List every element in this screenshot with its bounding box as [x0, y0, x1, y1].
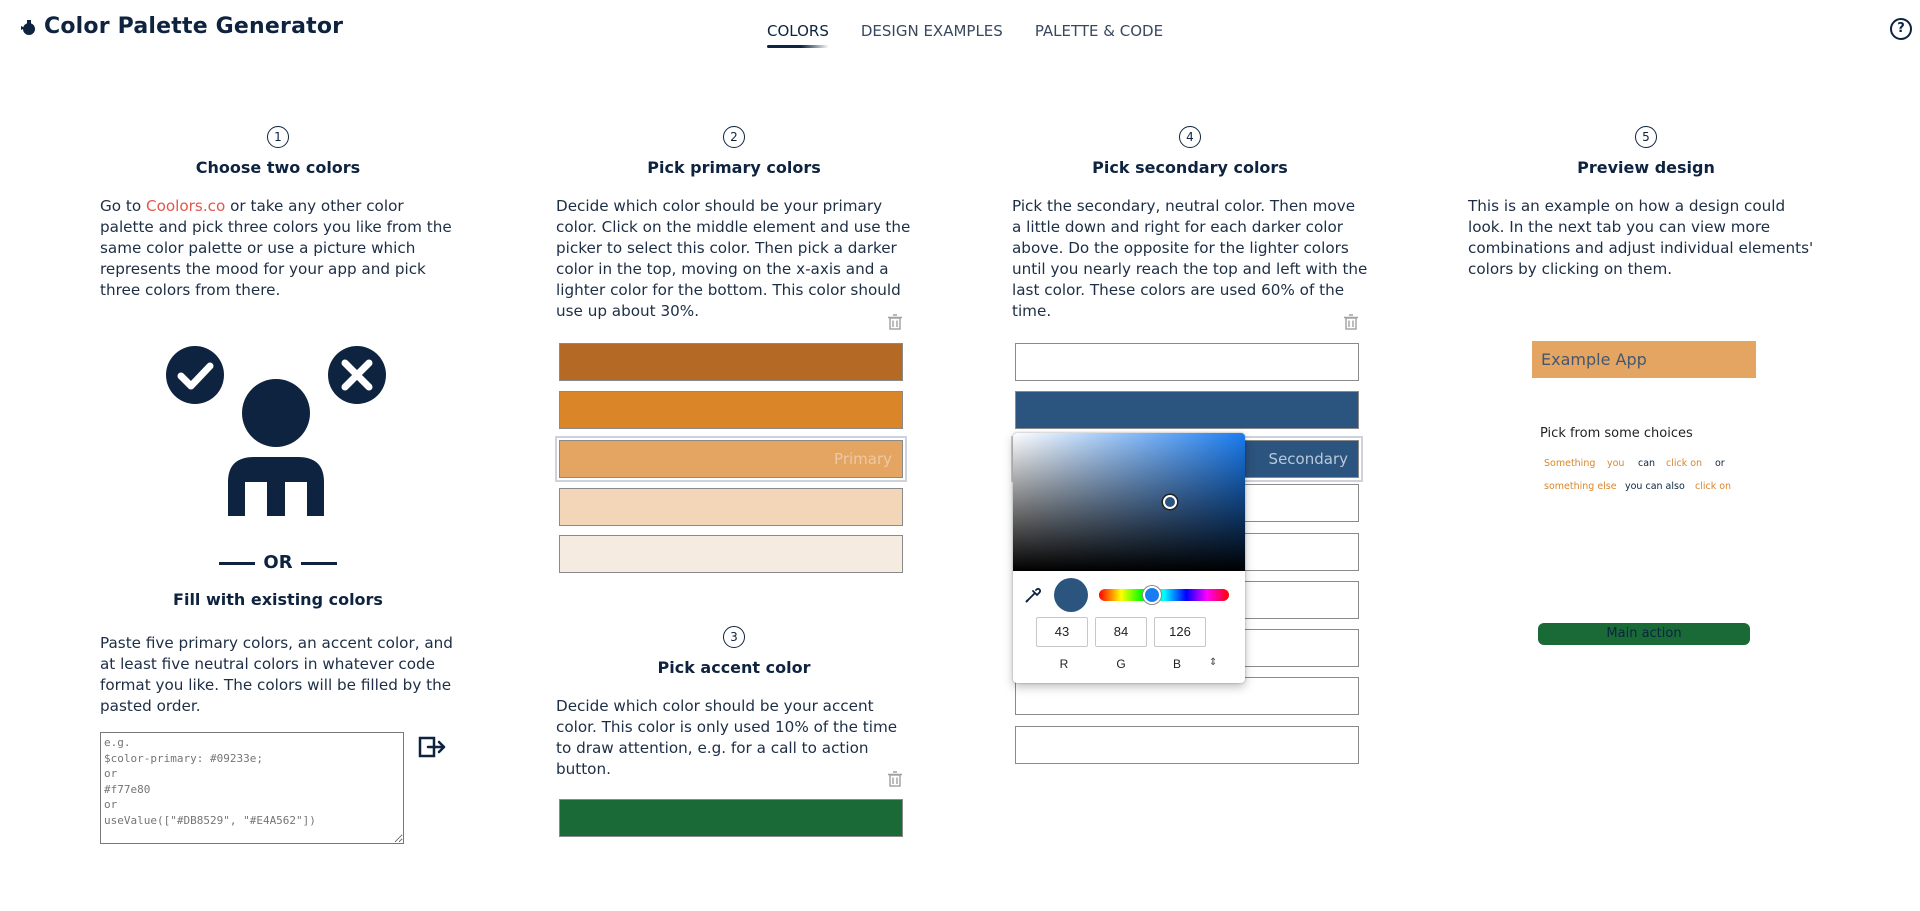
app-logo[interactable]: Color Palette Generator [18, 14, 343, 39]
fill-title: Fill with existing colors [173, 590, 383, 609]
example-chip[interactable]: something else [1544, 481, 1617, 492]
column-choose-colors: 1 Choose two colors Go to Coolors.co or … [100, 126, 456, 301]
hue-handle[interactable] [1143, 586, 1161, 604]
example-choices-text: Pick from some choices [1540, 426, 1693, 441]
example-app-title: Example App [1541, 350, 1647, 369]
saturation-handle[interactable] [1163, 495, 1177, 509]
desc-text: Go to [100, 197, 146, 215]
blue-label: B [1172, 657, 1181, 671]
green-label: G [1116, 657, 1126, 671]
primary-swatch[interactable] [559, 488, 903, 526]
column-preview: 5 Preview design This is an example on h… [1468, 126, 1824, 280]
trash-icon[interactable] [888, 771, 902, 787]
red-input[interactable]: 43 [1036, 617, 1088, 647]
section-description: Pick the secondary, neutral color. Then … [1012, 197, 1368, 320]
person-choice-illustration [166, 346, 386, 516]
or-text: OR [263, 552, 293, 573]
trash-icon[interactable] [888, 314, 902, 330]
secondary-swatch[interactable] [1015, 343, 1359, 381]
column-secondary: 4 Pick secondary colors Pick the seconda… [1012, 126, 1368, 322]
apply-colors-icon[interactable] [418, 736, 448, 758]
green-input[interactable]: 84 [1095, 617, 1147, 647]
trash-icon[interactable] [1344, 314, 1358, 330]
section-description: Decide which color should be your primar… [556, 197, 911, 320]
help-icon[interactable]: ? [1890, 18, 1912, 40]
example-app-bar[interactable]: Example App [1532, 341, 1756, 378]
section-description: Go to Coolors.co or take any other color… [100, 196, 456, 301]
section-title: Preview design [1577, 158, 1715, 177]
step-number: 1 [267, 126, 289, 148]
mode-toggle-icon[interactable]: ⇕ [1209, 657, 1217, 668]
color-picker: 43 84 126 R G B ⇕ [1013, 433, 1245, 683]
example-chip[interactable]: you can also [1625, 481, 1685, 492]
saturation-area[interactable] [1013, 433, 1245, 571]
coolors-link[interactable]: Coolors.co [146, 197, 225, 215]
blue-input[interactable]: 126 [1154, 617, 1206, 647]
secondary-label: Secondary [1268, 450, 1348, 468]
paste-colors-input[interactable] [100, 732, 404, 844]
section-title: Pick primary colors [647, 158, 821, 177]
secondary-swatch[interactable] [1015, 391, 1359, 429]
example-chip[interactable]: click on [1695, 481, 1731, 492]
fill-description: Paste five primary colors, an accent col… [100, 634, 453, 715]
section-title: Pick secondary colors [1092, 158, 1288, 177]
step-number: 3 [723, 626, 745, 648]
secondary-swatch[interactable] [1015, 726, 1359, 764]
section-description: Decide which color should be your accent… [556, 697, 898, 778]
or-divider: OR [100, 552, 456, 573]
primary-swatch-selected[interactable]: Primary [555, 436, 907, 482]
person-icon [228, 379, 324, 516]
section-description: This is an example on how a design could… [1468, 197, 1814, 278]
column-primary: 2 Pick primary colors Decide which color… [556, 126, 912, 322]
app-title: Color Palette Generator [44, 14, 344, 39]
example-chip[interactable]: can [1638, 458, 1655, 469]
main-nav: COLORS DESIGN EXAMPLES PALETTE & CODE [767, 22, 1163, 48]
example-chip[interactable]: or [1715, 458, 1725, 469]
step-number: 2 [723, 126, 745, 148]
primary-swatch[interactable] [559, 535, 903, 573]
tab-design-examples[interactable]: DESIGN EXAMPLES [861, 22, 1003, 40]
hue-slider[interactable] [1099, 589, 1229, 601]
accent-section: 3 Pick accent color Decide which color s… [556, 626, 912, 780]
red-label: R [1059, 657, 1069, 671]
main-action-button[interactable]: Main action [1538, 623, 1750, 645]
section-title: Choose two colors [195, 158, 361, 177]
step-number: 4 [1179, 126, 1201, 148]
step-number: 5 [1635, 126, 1657, 148]
check-icon [166, 346, 224, 404]
primary-swatch[interactable] [559, 343, 903, 381]
eyedropper-icon[interactable] [1024, 586, 1042, 604]
example-chip[interactable]: you [1607, 458, 1624, 469]
logo-icon [21, 19, 35, 35]
primary-label: Primary [834, 450, 892, 468]
accent-swatch[interactable] [559, 799, 903, 837]
tab-palette-code[interactable]: PALETTE & CODE [1035, 22, 1163, 40]
example-chip[interactable]: Something [1544, 458, 1595, 469]
section-title: Pick accent color [657, 658, 811, 677]
cross-icon [328, 346, 386, 404]
color-preview [1054, 578, 1088, 612]
example-chip[interactable]: click on [1666, 458, 1702, 469]
tab-colors[interactable]: COLORS [767, 22, 829, 48]
primary-swatch[interactable] [559, 391, 903, 429]
